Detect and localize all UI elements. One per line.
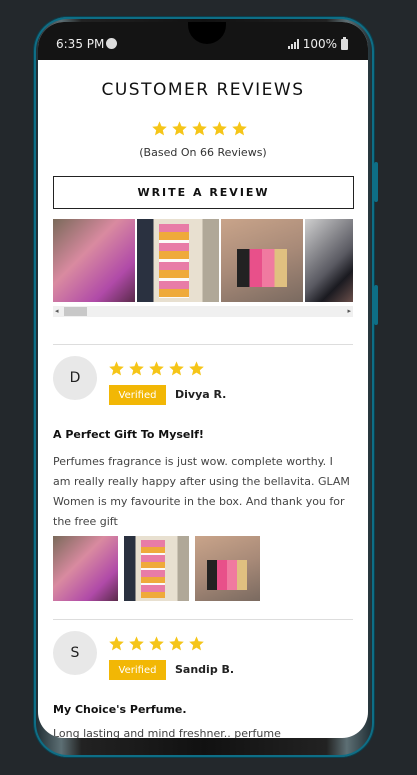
gallery-photo[interactable] [221,219,303,302]
review-photo[interactable] [124,536,189,601]
gallery-photo[interactable] [137,219,219,302]
review-title: A Perfect Gift To Myself! [53,428,204,441]
review-title: My Choice's Perfume. [53,703,187,716]
spotify-icon [106,38,117,49]
review-rating-stars [108,360,205,377]
star-icon [169,361,184,376]
volume-button [374,162,378,202]
average-rating-stars [151,120,248,137]
status-time: 6:35 PM [56,37,105,51]
star-icon [149,636,164,651]
review-count: (Based On 66 Reviews) [139,146,267,159]
review-photo[interactable] [53,536,118,601]
gallery-scrollbar[interactable]: ◂ ▸ [53,306,353,317]
star-icon [109,361,124,376]
scroll-left-icon[interactable]: ◂ [55,307,59,315]
photo-gallery[interactable] [53,219,353,302]
star-icon [189,636,204,651]
star-icon [129,636,144,651]
star-icon [192,121,207,136]
write-review-button[interactable]: WRITE A REVIEW [53,176,354,209]
verified-badge: Verified [109,660,166,680]
reviewer-name: Divya R. [175,388,227,401]
battery-icon [341,36,348,50]
status-right: 100% [287,36,348,51]
scrollbar-thumb[interactable] [64,307,87,316]
star-icon [189,361,204,376]
section-title: CUSTOMER REVIEWS [101,80,305,100]
star-icon [169,636,184,651]
battery-percent: 100% [302,37,337,51]
gallery-photo[interactable] [305,219,353,302]
phone-screen: 6:35 PM 100% CUSTOMER REVIEWS (Based On … [38,22,368,738]
review-photo[interactable] [195,536,260,601]
camera-notch [188,22,226,44]
star-icon [172,121,187,136]
star-icon [232,121,247,136]
review-body: Perfumes fragrance is just wow. complete… [53,455,350,528]
review-rating-stars [108,635,205,652]
verified-badge: Verified [109,385,166,405]
scroll-right-icon[interactable]: ▸ [347,307,351,315]
signal-icon [287,39,299,49]
avatar: S [53,631,97,675]
status-bar: 6:35 PM 100% [38,22,368,60]
star-icon [212,121,227,136]
review-body: Long lasting and mind freshner.. perfume [53,727,281,738]
divider [53,619,353,620]
star-icon [109,636,124,651]
divider [53,344,353,345]
star-icon [152,121,167,136]
star-icon [129,361,144,376]
star-icon [149,361,164,376]
avatar: D [53,356,97,400]
reviewer-name: Sandip B. [175,663,235,676]
gallery-photo[interactable] [53,219,135,302]
power-button [374,285,378,325]
reviews-section[interactable]: CUSTOMER REVIEWS (Based On 66 Reviews) W… [38,60,368,738]
review-photos [53,536,260,601]
